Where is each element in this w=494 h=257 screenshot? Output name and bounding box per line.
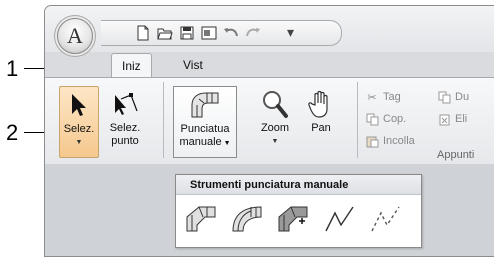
group-divider-2 (357, 82, 358, 158)
delete-label: Eli (455, 113, 468, 125)
callout-number-1: 1 (6, 56, 19, 81)
open-folder-icon[interactable] (157, 25, 173, 41)
qat-customize-icon[interactable]: ▾ (287, 24, 294, 41)
application-button[interactable]: A (57, 18, 93, 54)
redo-icon[interactable] (245, 25, 261, 41)
select-arrow-icon (60, 87, 98, 123)
new-document-icon[interactable] (135, 25, 151, 41)
manual-punch-label-text: manuale (179, 136, 222, 148)
duplicate-icon (437, 90, 451, 104)
select-point-label-line1: Selez. (109, 122, 141, 134)
scissors-icon: ✂ (367, 91, 377, 104)
select-label: Selez. (63, 123, 95, 135)
tab-iniz[interactable]: Iniz (111, 53, 152, 78)
pan-button[interactable]: Pan (303, 86, 339, 156)
select-button[interactable]: Selez. ▼ (59, 86, 99, 158)
tool-running-stitch-icon[interactable] (322, 201, 358, 237)
save-icon[interactable] (179, 25, 195, 41)
paste-label: Incolla (383, 135, 415, 147)
hand-icon (303, 86, 339, 122)
cut-label: Tag (383, 91, 401, 103)
pan-label: Pan (311, 122, 331, 134)
tool-straight-block-icon[interactable] (184, 201, 220, 237)
select-point-label-line2: punto (111, 135, 139, 147)
zoom-label: Zoom (260, 122, 290, 134)
manual-punch-label-line1: Punciatua (180, 123, 230, 135)
manual-punch-dropdown-icon: ▼ (221, 140, 231, 147)
window-icon[interactable] (201, 25, 217, 41)
select-dropdown-icon: ▼ (75, 139, 83, 146)
tool-curved-block-icon[interactable] (230, 201, 266, 237)
copy-label: Cop. (383, 113, 407, 125)
group-divider (163, 82, 164, 158)
manual-punch-button[interactable]: Punciatua manuale ▼ (173, 86, 237, 158)
zoom-button[interactable]: Zoom ▼ (255, 86, 295, 156)
delete-icon (437, 112, 451, 126)
tab-vist[interactable]: Vist (173, 53, 213, 77)
quick-access-toolbar: ▾ (101, 20, 342, 46)
select-point-icon (103, 86, 147, 122)
select-point-button[interactable]: Selez. punto (103, 86, 147, 156)
copy-icon (365, 112, 379, 126)
manual-punch-label-line2: manuale ▼ (174, 136, 236, 150)
paste-icon (365, 134, 379, 148)
tool-point-block-icon[interactable] (276, 201, 312, 237)
manual-punch-dropdown: Strumenti punciatura manuale (175, 174, 422, 248)
delete-button[interactable]: Eli (437, 110, 467, 128)
paste-button[interactable]: Incolla (365, 132, 415, 150)
duplicate-label: Du (455, 91, 470, 103)
copy-button[interactable]: Cop. (365, 110, 406, 128)
tool-feed-stitch-icon[interactable] (368, 201, 404, 237)
cut-button[interactable]: ✂ Tag (365, 88, 401, 106)
dropdown-title: Strumenti punciatura manuale (176, 175, 421, 195)
magnifier-icon (255, 86, 295, 122)
undo-icon[interactable] (223, 25, 239, 41)
clipboard-group-label: Appunti (437, 149, 475, 161)
zoom-dropdown-icon: ▼ (271, 138, 279, 145)
callout-number-2: 2 (6, 120, 19, 145)
ribbon: Selez. ▼ Selez. punto Punciatua manuale … (45, 77, 494, 165)
manual-punch-icon (174, 87, 236, 123)
duplicate-button[interactable]: Du (437, 88, 469, 106)
